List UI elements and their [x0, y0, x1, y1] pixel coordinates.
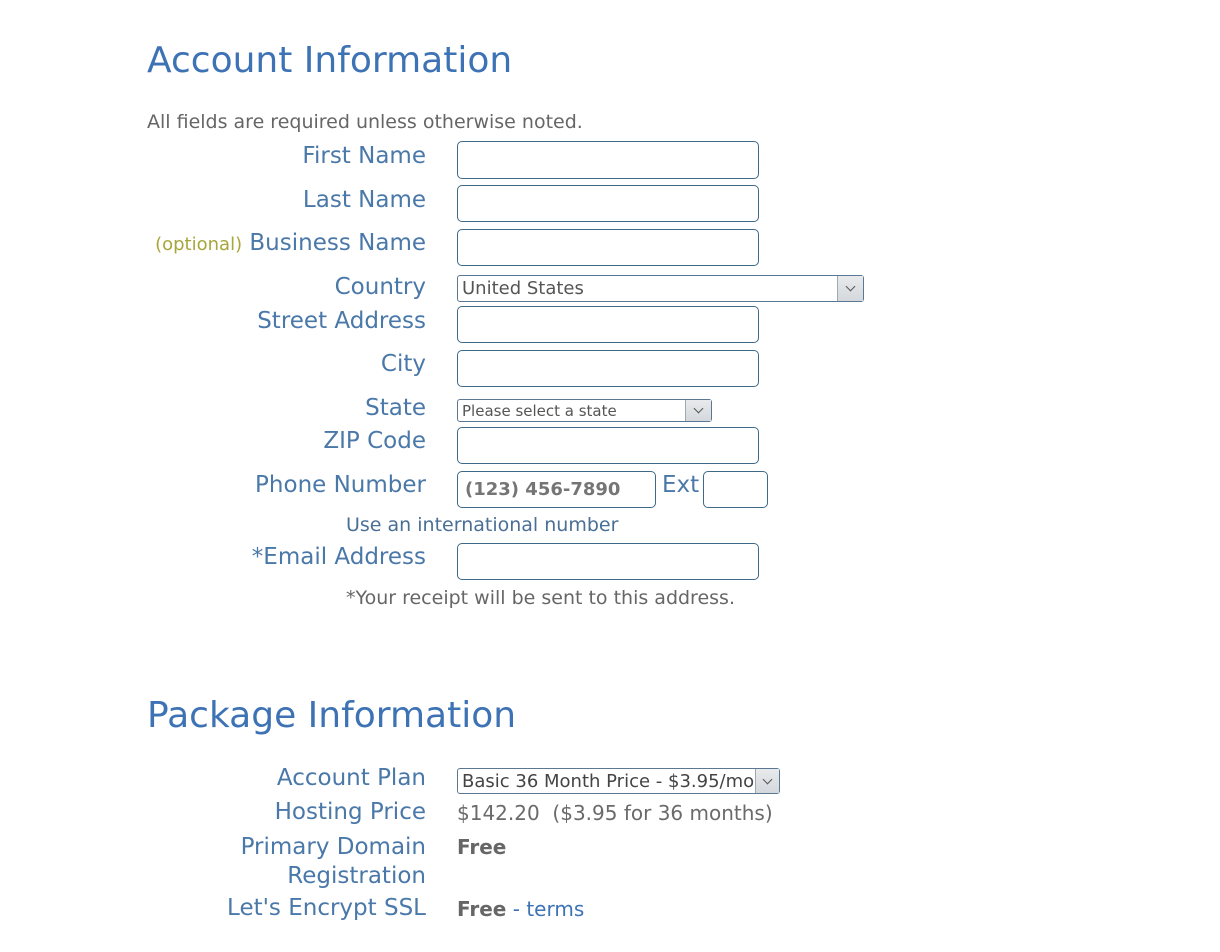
email-address-label: *Email Address	[251, 544, 426, 570]
country-selected-value: United States	[462, 278, 584, 299]
business-name-label: Business Name	[249, 230, 426, 256]
primary-domain-label: Primary Domain Registration	[126, 833, 426, 891]
last-name-input[interactable]	[457, 185, 759, 222]
email-receipt-note: *Your receipt will be sent to this addre…	[346, 587, 735, 609]
primary-domain-label-line1: Primary Domain	[240, 834, 426, 860]
ssl-separator: -	[506, 897, 527, 921]
country-label: Country	[334, 274, 426, 300]
optional-tag: (optional)	[155, 234, 243, 255]
account-plan-selected-value: Basic 36 Month Price - $3.95/mo.	[462, 770, 755, 792]
ssl-label: Let's Encrypt SSL	[227, 895, 426, 921]
chevron-down-icon[interactable]	[837, 276, 863, 301]
city-label: City	[380, 351, 426, 377]
state-select[interactable]: Please select a state	[457, 399, 712, 422]
state-label: State	[365, 395, 426, 421]
first-name-input[interactable]	[457, 141, 759, 179]
zip-code-input[interactable]	[457, 427, 759, 464]
ext-label: Ext	[662, 472, 700, 498]
country-select[interactable]: United States	[457, 275, 864, 302]
phone-number-input[interactable]	[457, 471, 656, 508]
hosting-price-label: Hosting Price	[274, 799, 426, 825]
primary-domain-label-line2: Registration	[287, 863, 426, 889]
city-input[interactable]	[457, 350, 759, 387]
first-name-label: First Name	[302, 143, 426, 169]
hosting-price-value: $142.20 ($3.95 for 36 months)	[457, 801, 773, 825]
chevron-down-icon[interactable]	[755, 769, 779, 793]
chevron-down-icon[interactable]	[685, 400, 711, 421]
phone-ext-input[interactable]	[703, 471, 768, 508]
ssl-value-row: Free - terms	[457, 897, 584, 921]
last-name-label: Last Name	[302, 187, 426, 213]
email-address-input[interactable]	[457, 543, 759, 580]
business-name-label-row: (optional) Business Name	[126, 230, 426, 256]
ssl-value: Free	[457, 897, 507, 921]
street-address-label: Street Address	[257, 308, 426, 334]
account-plan-select[interactable]: Basic 36 Month Price - $3.95/mo.	[457, 768, 780, 794]
zip-code-label: ZIP Code	[323, 428, 426, 454]
ssl-terms-link[interactable]: terms	[526, 897, 584, 921]
primary-domain-value: Free	[457, 835, 507, 859]
business-name-input[interactable]	[457, 229, 759, 266]
state-selected-value: Please select a state	[462, 401, 617, 420]
required-fields-note: All fields are required unless otherwise…	[147, 111, 583, 133]
use-international-number-link[interactable]: Use an international number	[346, 514, 618, 536]
street-address-input[interactable]	[457, 306, 759, 343]
account-information-heading: Account Information	[147, 40, 513, 81]
package-information-heading: Package Information	[147, 695, 517, 736]
phone-number-label: Phone Number	[255, 472, 426, 498]
account-plan-label: Account Plan	[276, 765, 426, 791]
